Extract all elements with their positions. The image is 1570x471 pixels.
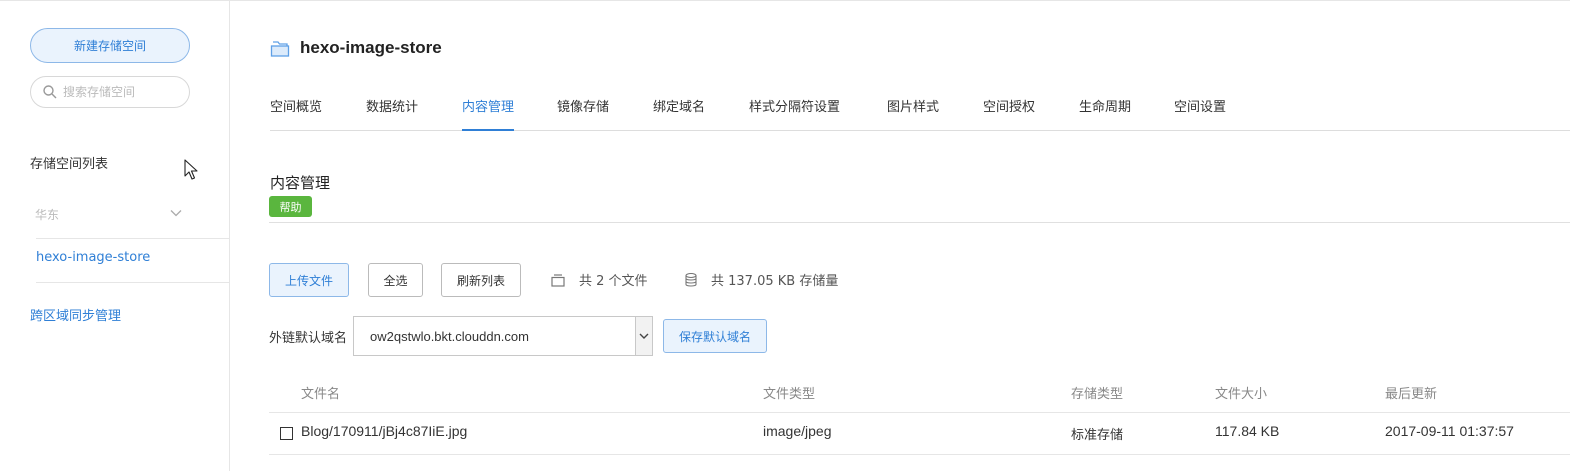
search-icon [43, 85, 57, 99]
select-all-button[interactable]: 全选 [368, 263, 423, 297]
bucket-search-input[interactable] [63, 85, 181, 99]
file-type-cell: image/jpeg [763, 423, 832, 439]
file-count-stat: 共 2 个文件 [551, 270, 648, 289]
tab-bar: 空间概览 数据统计 内容管理 镜像存储 绑定域名 样式分隔符设置 图片样式 空间… [270, 96, 1570, 131]
storage-type-cell: 标准存储 [1071, 428, 1124, 443]
divider [269, 222, 1570, 223]
region-label: 华东 [35, 208, 60, 222]
last-updated-cell: 2017-09-11 01:37:57 [1385, 423, 1514, 439]
tab-style-separator[interactable]: 样式分隔符设置 [749, 96, 840, 131]
row-checkbox[interactable] [280, 427, 293, 440]
tab-mirror-storage[interactable]: 镜像存储 [557, 96, 609, 131]
file-name-cell[interactable]: Blog/170911/jBj4c87IiE.jpg [301, 423, 467, 439]
help-badge[interactable]: 帮助 [269, 196, 312, 217]
refresh-list-button[interactable]: 刷新列表 [441, 263, 521, 297]
cross-region-sync-link[interactable]: 跨区域同步管理 [30, 305, 121, 324]
column-header-filesize: 文件大小 [1215, 387, 1268, 402]
page-title: hexo-image-store [300, 38, 442, 57]
file-count-text: 共 2 个文件 [579, 274, 648, 289]
new-bucket-button[interactable]: 新建存储空间 [30, 28, 190, 63]
tab-settings[interactable]: 空间设置 [1174, 96, 1226, 131]
mouse-cursor-icon [184, 159, 198, 180]
default-domain-label: 外链默认域名 [269, 331, 348, 346]
bucket-folder-icon [270, 41, 290, 57]
files-icon [551, 273, 565, 287]
bucket-title: hexo-image-store [270, 38, 442, 58]
upload-file-button[interactable]: 上传文件 [269, 263, 349, 297]
bucket-search[interactable] [30, 76, 190, 108]
top-border [0, 0, 1570, 1]
chevron-down-icon [639, 333, 649, 339]
divider [36, 282, 230, 283]
column-header-filetype: 文件类型 [763, 387, 816, 402]
column-header-last-updated: 最后更新 [1385, 387, 1438, 402]
column-header-storage-type: 存储类型 [1071, 387, 1124, 402]
bucket-list-title: 存储空间列表 [30, 157, 109, 172]
storage-used-text: 共 137.05 KB 存储量 [711, 274, 839, 289]
tab-authorization[interactable]: 空间授权 [983, 96, 1035, 131]
tab-content-management[interactable]: 内容管理 [462, 96, 515, 131]
tab-bind-domain[interactable]: 绑定域名 [653, 96, 705, 131]
chevron-down-icon [170, 210, 182, 217]
tab-overview[interactable]: 空间概览 [270, 96, 322, 131]
table-row: Blog/170911/jBj4c87IiE.jpg image/jpeg 标准… [269, 413, 1570, 455]
region-selector[interactable]: 华东 [35, 206, 185, 224]
default-domain-select[interactable]: ow2qstwlo.bkt.clouddn.com [353, 316, 653, 356]
file-size-cell: 117.84 KB [1215, 423, 1280, 439]
section-title: 内容管理 [270, 174, 331, 192]
tab-statistics[interactable]: 数据统计 [366, 96, 418, 131]
dropdown-arrow[interactable] [635, 317, 652, 355]
column-header-filename: 文件名 [301, 387, 341, 402]
sidebar-item-hexo-image-store[interactable]: hexo-image-store [36, 250, 150, 265]
sidebar: 新建存储空间 存储空间列表 华东 hexo-image-store 跨区域同步管… [0, 1, 230, 471]
database-icon [685, 272, 697, 287]
tab-image-styles[interactable]: 图片样式 [887, 96, 939, 131]
default-domain-value: ow2qstwlo.bkt.clouddn.com [370, 328, 529, 344]
save-default-domain-button[interactable]: 保存默认域名 [663, 319, 767, 353]
tab-lifecycle[interactable]: 生命周期 [1079, 96, 1131, 131]
storage-used-stat: 共 137.05 KB 存储量 [685, 270, 838, 289]
divider [36, 238, 230, 239]
